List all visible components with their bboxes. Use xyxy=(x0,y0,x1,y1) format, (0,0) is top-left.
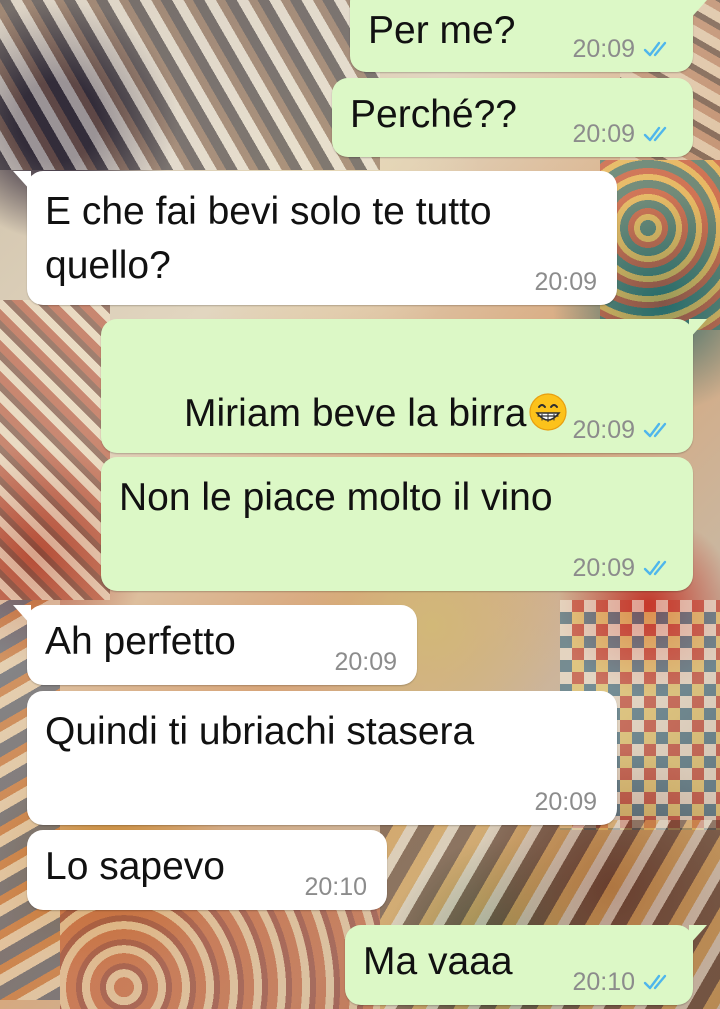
message-meta: 20:09 xyxy=(572,553,673,583)
message-text: Perché?? xyxy=(350,93,517,136)
message-bubble-outgoing[interactable]: Non le piace molto il vino 20:09 xyxy=(101,457,693,591)
message-meta: 20:09 xyxy=(334,647,397,677)
message-text: Lo sapevo xyxy=(45,845,225,888)
message-bubble-outgoing[interactable]: Miriam beve la birra 20:09 xyxy=(101,319,707,453)
message-time: 20:09 xyxy=(572,120,635,148)
message-bubble-outgoing[interactable]: Ma vaaa 20:10 xyxy=(345,925,707,1005)
message-meta: 20:09 xyxy=(534,787,597,817)
message-text: Per me? xyxy=(368,9,516,52)
message-time: 20:09 xyxy=(572,35,635,63)
message-meta: 20:10 xyxy=(572,967,673,997)
message-bubble-incoming[interactable]: E che fai bevi solo te tutto quello? 20:… xyxy=(13,171,617,305)
message-text: Ma vaaa xyxy=(363,940,513,983)
read-receipt-icon xyxy=(643,974,667,990)
message-meta: 20:10 xyxy=(304,872,367,902)
message-text: E che fai bevi solo te tutto quello? xyxy=(45,190,492,287)
message-time: 20:09 xyxy=(572,554,635,582)
read-receipt-icon xyxy=(643,41,667,57)
message-text: Quindi ti ubriachi stasera xyxy=(45,710,475,753)
message-time: 20:09 xyxy=(534,788,597,816)
message-time: 20:09 xyxy=(534,268,597,296)
read-receipt-icon xyxy=(643,560,667,576)
message-time: 20:10 xyxy=(572,968,635,996)
message-meta: 20:09 xyxy=(572,119,673,149)
message-list[interactable]: Per me? 20:09 Perché?? 20:09 E che fai b… xyxy=(0,0,720,1009)
message-time: 20:09 xyxy=(334,648,397,676)
grinning-face-with-smiling-eyes-icon xyxy=(529,393,568,431)
message-meta: 20:09 xyxy=(572,34,673,64)
read-receipt-icon xyxy=(643,422,667,438)
message-meta: 20:09 xyxy=(572,415,673,445)
message-bubble-outgoing[interactable]: Perché?? 20:09 xyxy=(332,78,693,157)
message-bubble-outgoing[interactable]: Per me? 20:09 xyxy=(350,0,707,72)
message-time: 20:10 xyxy=(304,873,367,901)
message-bubble-incoming[interactable]: Lo sapevo 20:10 xyxy=(27,830,387,910)
message-bubble-incoming[interactable]: Ah perfetto 20:09 xyxy=(13,605,417,685)
message-text: Non le piace molto il vino xyxy=(119,476,553,519)
message-text: Ah perfetto xyxy=(45,620,236,663)
message-time: 20:09 xyxy=(572,416,635,444)
read-receipt-icon xyxy=(643,126,667,142)
message-meta: 20:09 xyxy=(534,267,597,297)
message-bubble-incoming[interactable]: Quindi ti ubriachi stasera 20:09 xyxy=(27,691,617,825)
